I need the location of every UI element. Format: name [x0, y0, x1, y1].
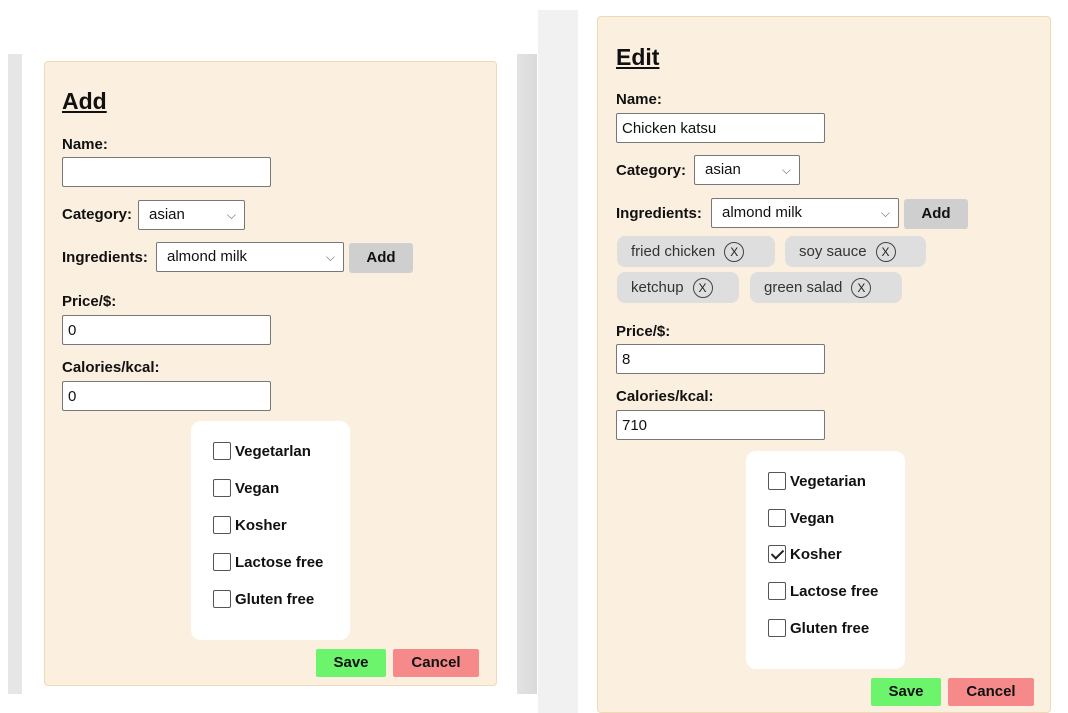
- diet-checkbox-group: Vegetarian Vegan Kosher Lactose free Glu…: [746, 451, 905, 669]
- add-form-panel: Add Name: Category: asian ⌵ Ingredients:…: [44, 61, 497, 686]
- chevron-down-icon: ⌵: [781, 163, 791, 177]
- checkbox-lactose-free[interactable]: Lactose free: [213, 552, 323, 572]
- name-label: Name:: [62, 136, 108, 153]
- chevron-down-icon: ⌵: [226, 208, 236, 222]
- category-selected-value: asian: [149, 206, 185, 223]
- checkbox-label: Kosher: [790, 545, 842, 563]
- checkbox-box[interactable]: [768, 472, 786, 490]
- checkbox-vegetarian[interactable]: Vegetarlan: [213, 441, 311, 461]
- chevron-down-icon: ⌵: [880, 206, 890, 220]
- form-title: Edit: [616, 44, 660, 70]
- scroll-rail-left: [8, 54, 22, 694]
- ingredient-chip: ketchup X: [617, 272, 739, 303]
- close-circle-icon[interactable]: X: [875, 241, 896, 262]
- checkbox-label: Kosher: [235, 516, 287, 534]
- ingredient-chip: green salad X: [750, 272, 902, 303]
- edit-form-panel: Edit Name: Category: asian ⌵ Ingredients…: [597, 16, 1051, 713]
- chip-label: fried chicken: [631, 243, 716, 260]
- checkbox-kosher[interactable]: Kosher: [768, 544, 842, 564]
- checkbox-box[interactable]: [213, 479, 231, 497]
- chip-label: ketchup: [631, 279, 684, 296]
- name-input[interactable]: [616, 113, 825, 143]
- checkbox-box[interactable]: [768, 582, 786, 600]
- checkbox-vegetarian[interactable]: Vegetarian: [768, 471, 866, 491]
- category-label: Category:: [62, 206, 133, 223]
- ingredients-select[interactable]: almond milk ⌵: [711, 198, 899, 228]
- checkbox-gluten-free[interactable]: Gluten free: [213, 589, 314, 609]
- close-circle-icon[interactable]: X: [851, 277, 872, 298]
- checkbox-label: Vegan: [790, 509, 835, 527]
- ingredients-label: Ingredients:: [616, 205, 702, 222]
- add-ingredient-button[interactable]: Add: [349, 243, 413, 273]
- chip-label: soy sauce: [799, 243, 867, 260]
- checkbox-vegan[interactable]: Vegan: [213, 478, 279, 498]
- calories-label: Calories/kcal:: [62, 359, 160, 376]
- chevron-down-icon: ⌵: [325, 250, 335, 264]
- close-circle-icon[interactable]: X: [692, 277, 713, 298]
- checkbox-box[interactable]: [213, 590, 231, 608]
- calories-input[interactable]: [62, 381, 271, 411]
- checkbox-label: Gluten free: [790, 619, 870, 637]
- price-input[interactable]: [616, 344, 825, 374]
- calories-label: Calories/kcal:: [616, 388, 714, 405]
- category-select[interactable]: asian ⌵: [138, 200, 245, 230]
- checkbox-kosher[interactable]: Kosher: [213, 515, 287, 535]
- calories-input[interactable]: [616, 410, 825, 440]
- save-button[interactable]: Save: [871, 678, 941, 706]
- category-selected-value: asian: [705, 161, 741, 178]
- checkbox-label: Lactose free: [235, 553, 324, 571]
- checkbox-gluten-free[interactable]: Gluten free: [768, 618, 869, 638]
- ingredient-chip: soy sauce X: [785, 236, 926, 267]
- ingredient-chip: fried chicken X: [617, 236, 775, 267]
- price-input[interactable]: [62, 315, 271, 345]
- price-label: Price/$:: [616, 323, 671, 340]
- scroll-rail-right: [517, 54, 537, 694]
- checkbox-label: Vegan: [235, 479, 280, 497]
- form-title: Add: [62, 88, 107, 114]
- checkbox-box[interactable]: [768, 509, 786, 527]
- category-select[interactable]: asian ⌵: [694, 155, 800, 185]
- ingredients-selected-value: almond milk: [722, 204, 803, 221]
- name-label: Name:: [616, 91, 662, 108]
- ingredients-select[interactable]: almond milk ⌵: [156, 242, 344, 272]
- checkbox-box[interactable]: [213, 516, 231, 534]
- name-input[interactable]: [62, 157, 271, 187]
- checkbox-box[interactable]: [213, 442, 231, 460]
- checkbox-label: Vegetarian: [790, 472, 866, 490]
- price-label: Price/$:: [62, 293, 117, 310]
- checkbox-label: Vegetarlan: [235, 442, 311, 460]
- checkbox-vegan[interactable]: Vegan: [768, 508, 834, 528]
- close-circle-icon[interactable]: X: [724, 241, 745, 262]
- checkbox-lactose-free[interactable]: Lactose free: [768, 581, 878, 601]
- save-button[interactable]: Save: [316, 649, 386, 677]
- add-ingredient-button[interactable]: Add: [904, 199, 968, 229]
- cancel-button[interactable]: Cancel: [948, 678, 1034, 706]
- chip-label: green salad: [764, 279, 843, 296]
- ingredients-selected-value: almond milk: [167, 248, 248, 265]
- checkbox-label: Lactose free: [790, 582, 879, 600]
- checkbox-box[interactable]: [768, 619, 786, 637]
- screen: Add Name: Category: asian ⌵ Ingredients:…: [0, 0, 1068, 713]
- checkmark-icon[interactable]: [768, 545, 786, 563]
- background-strip: [538, 10, 578, 713]
- diet-checkbox-group: Vegetarlan Vegan Kosher Lactose free Glu…: [191, 421, 350, 640]
- checkbox-label: Gluten free: [235, 590, 315, 608]
- category-label: Category:: [616, 162, 687, 179]
- checkbox-box[interactable]: [213, 553, 231, 571]
- cancel-button[interactable]: Cancel: [393, 649, 479, 677]
- ingredients-label: Ingredients:: [62, 249, 148, 266]
